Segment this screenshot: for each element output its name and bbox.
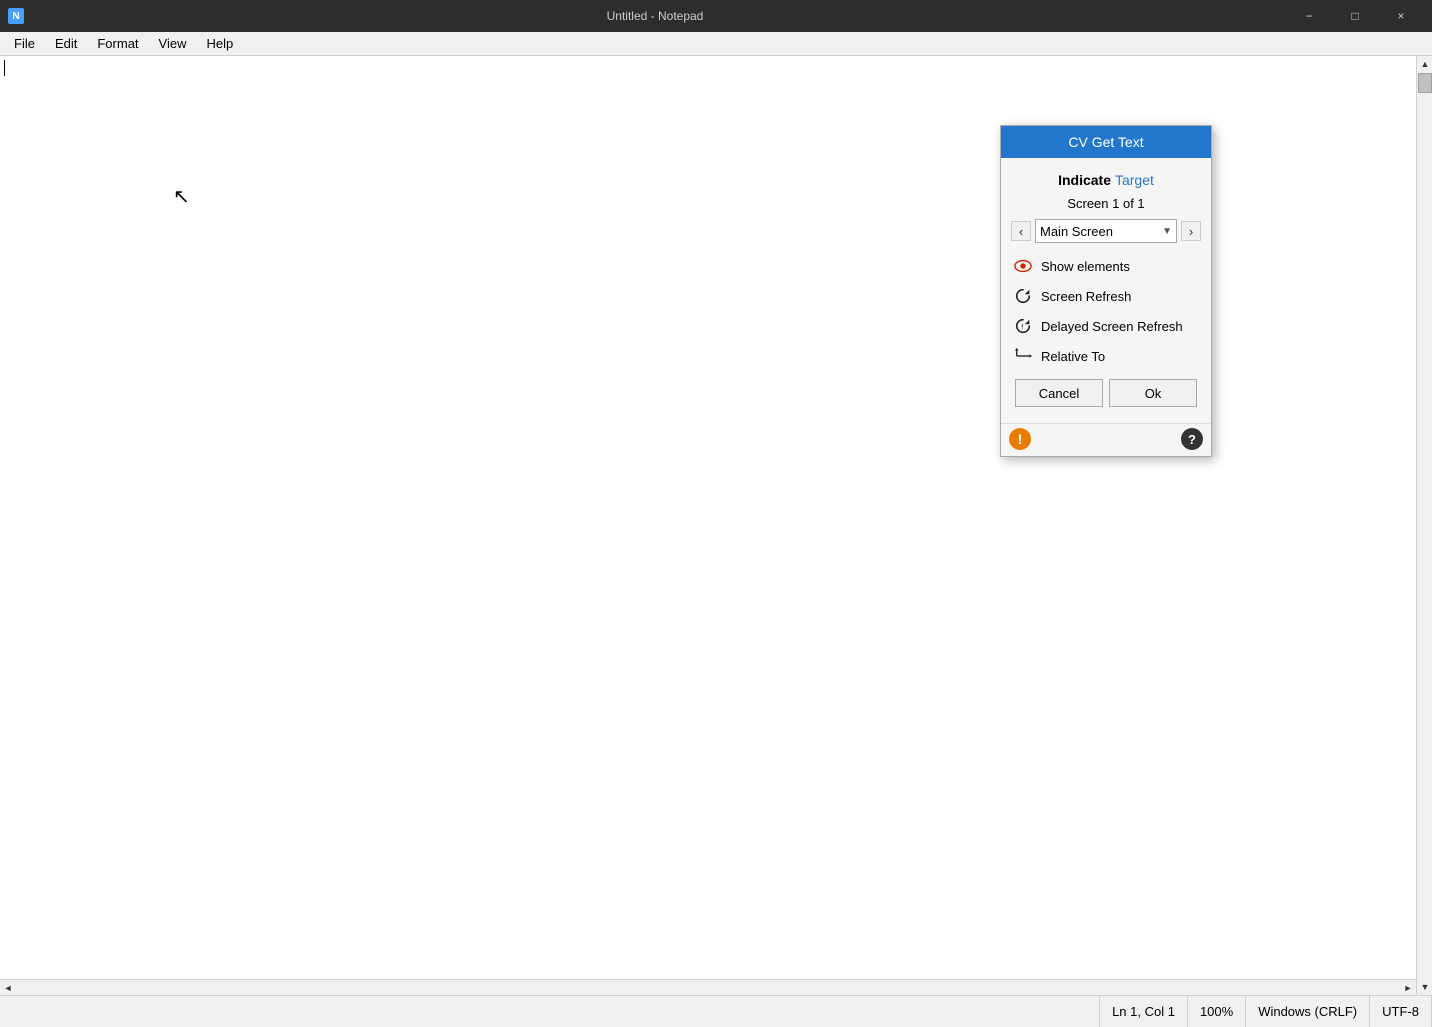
warning-icon[interactable]: ! (1009, 428, 1031, 450)
dialog-button-row: Cancel Ok (1011, 371, 1201, 413)
window-controls: − □ × (1286, 0, 1424, 32)
relative-to-option[interactable]: Relative To (1011, 341, 1201, 371)
indicate-label: Indicate (1058, 172, 1111, 188)
screen-prev-button[interactable]: ‹ (1011, 221, 1031, 241)
dialog-footer: ! ? (1001, 423, 1211, 456)
indicate-target-row: Indicate Target (1011, 166, 1201, 196)
menu-help[interactable]: Help (196, 32, 243, 55)
menu-format[interactable]: Format (87, 32, 148, 55)
status-line-ending: Windows (CRLF) (1246, 996, 1370, 1027)
screen-dropdown-arrow: ▼ (1162, 226, 1172, 237)
status-position: Ln 1, Col 1 (1100, 996, 1188, 1027)
menu-view[interactable]: View (149, 32, 197, 55)
target-label[interactable]: Target (1115, 172, 1154, 188)
menu-bar: File Edit Format View Help (0, 32, 1432, 56)
refresh-icon (1013, 286, 1033, 306)
svg-text:!: ! (1021, 324, 1023, 331)
screen-next-button[interactable]: › (1181, 221, 1201, 241)
window-title: Untitled - Notepad (32, 9, 1278, 23)
status-encoding: UTF-8 (1370, 996, 1432, 1027)
title-bar: N Untitled - Notepad − □ × (0, 0, 1432, 32)
menu-edit[interactable]: Edit (45, 32, 87, 55)
status-empty (0, 996, 1100, 1027)
app-icon: N (8, 8, 24, 24)
scroll-right-arrow[interactable]: ► (1400, 980, 1416, 996)
screen-dropdown[interactable]: Main Screen ▼ (1035, 219, 1177, 243)
text-cursor (4, 60, 5, 76)
status-zoom: 100% (1188, 996, 1246, 1027)
maximize-button[interactable]: □ (1332, 0, 1378, 32)
show-elements-option[interactable]: Show elements (1011, 251, 1201, 281)
status-bar: Ln 1, Col 1 100% Windows (CRLF) UTF-8 (0, 995, 1432, 1027)
cancel-button[interactable]: Cancel (1015, 379, 1103, 407)
eye-icon (1013, 256, 1033, 276)
show-elements-label: Show elements (1041, 259, 1130, 274)
vertical-scrollbar[interactable]: ▲ ▼ (1416, 56, 1432, 995)
screen-info: Screen 1 of 1 (1011, 196, 1201, 211)
ok-button[interactable]: Ok (1109, 379, 1197, 407)
help-icon[interactable]: ? (1181, 428, 1203, 450)
scroll-left-arrow[interactable]: ◄ (0, 980, 16, 996)
delayed-screen-refresh-label: Delayed Screen Refresh (1041, 319, 1183, 334)
horizontal-scrollbar[interactable]: ◄ ► (0, 979, 1416, 995)
menu-file[interactable]: File (4, 32, 45, 55)
screen-refresh-label: Screen Refresh (1041, 289, 1131, 304)
scroll-down-arrow[interactable]: ▼ (1417, 979, 1432, 995)
delayed-screen-refresh-option[interactable]: ! Delayed Screen Refresh (1011, 311, 1201, 341)
relative-to-label: Relative To (1041, 349, 1105, 364)
scroll-up-arrow[interactable]: ▲ (1417, 56, 1432, 72)
dialog-body: Indicate Target Screen 1 of 1 ‹ Main Scr… (1001, 158, 1211, 421)
cv-get-text-dialog: CV Get Text Indicate Target Screen 1 of … (1000, 125, 1212, 457)
delayed-refresh-icon: ! (1013, 316, 1033, 336)
close-button[interactable]: × (1378, 0, 1424, 32)
screen-nav-row: ‹ Main Screen ▼ › (1011, 215, 1201, 251)
relative-to-icon (1013, 346, 1033, 366)
dialog-title: CV Get Text (1001, 126, 1211, 158)
minimize-button[interactable]: − (1286, 0, 1332, 32)
scroll-thumb-v[interactable] (1418, 73, 1432, 93)
screen-refresh-option[interactable]: Screen Refresh (1011, 281, 1201, 311)
screen-dropdown-label: Main Screen (1040, 224, 1113, 239)
